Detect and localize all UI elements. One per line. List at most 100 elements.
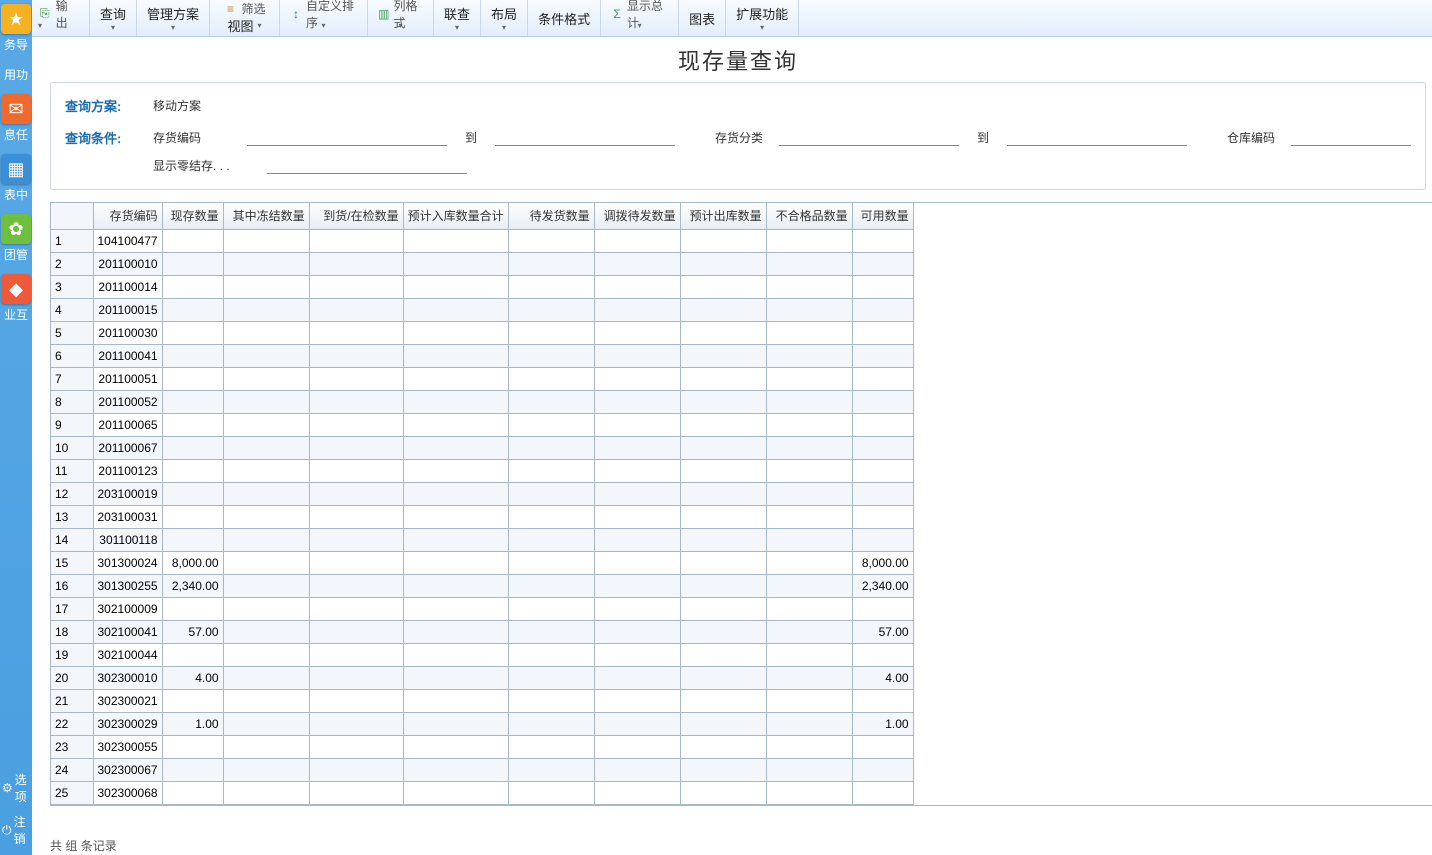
- cell[interactable]: [223, 482, 309, 505]
- cell[interactable]: [309, 666, 403, 689]
- cell[interactable]: [766, 781, 852, 804]
- cell[interactable]: [223, 735, 309, 758]
- cell[interactable]: [309, 298, 403, 321]
- cell[interactable]: [223, 620, 309, 643]
- row-index[interactable]: 2: [51, 252, 93, 275]
- cell[interactable]: [403, 298, 508, 321]
- cell[interactable]: [766, 735, 852, 758]
- options-link[interactable]: ⚙选项: [0, 767, 32, 809]
- cell[interactable]: [766, 643, 852, 666]
- stock-class-input[interactable]: [779, 128, 959, 146]
- sidebar-item-3[interactable]: ▦表中: [0, 154, 32, 202]
- cell[interactable]: [766, 574, 852, 597]
- cell[interactable]: [403, 321, 508, 344]
- cell[interactable]: [403, 229, 508, 252]
- cell[interactable]: [594, 252, 680, 275]
- cell[interactable]: [403, 275, 508, 298]
- cell[interactable]: [223, 781, 309, 804]
- cell[interactable]: [309, 344, 403, 367]
- cell[interactable]: [508, 436, 594, 459]
- row-index[interactable]: 3: [51, 275, 93, 298]
- table-row[interactable]: 163013002552,340.002,340.00: [51, 574, 913, 597]
- cell[interactable]: [680, 482, 766, 505]
- cell[interactable]: [852, 528, 913, 551]
- cell[interactable]: [309, 275, 403, 298]
- cell[interactable]: [162, 275, 223, 298]
- cell[interactable]: [508, 735, 594, 758]
- col-header[interactable]: 预计入库数量合计: [403, 203, 508, 229]
- cell[interactable]: [162, 229, 223, 252]
- cell-code[interactable]: 302100009: [93, 597, 162, 620]
- row-index[interactable]: 25: [51, 781, 93, 804]
- cell[interactable]: [162, 367, 223, 390]
- cell[interactable]: [309, 781, 403, 804]
- cell[interactable]: [680, 321, 766, 344]
- cell[interactable]: [223, 390, 309, 413]
- cell[interactable]: [309, 321, 403, 344]
- row-index[interactable]: 5: [51, 321, 93, 344]
- cell[interactable]: [766, 482, 852, 505]
- cell[interactable]: [766, 758, 852, 781]
- cell[interactable]: [852, 390, 913, 413]
- cell[interactable]: [766, 298, 852, 321]
- row-index[interactable]: 17: [51, 597, 93, 620]
- cell-code[interactable]: 203100031: [93, 505, 162, 528]
- cell[interactable]: [309, 413, 403, 436]
- table-row[interactable]: 153013000248,000.008,000.00: [51, 551, 913, 574]
- cell[interactable]: [766, 505, 852, 528]
- cell[interactable]: [594, 643, 680, 666]
- cell[interactable]: [766, 252, 852, 275]
- cell[interactable]: [766, 551, 852, 574]
- cell[interactable]: [680, 689, 766, 712]
- cell[interactable]: [594, 735, 680, 758]
- row-index[interactable]: 16: [51, 574, 93, 597]
- row-index[interactable]: 23: [51, 735, 93, 758]
- cell-code[interactable]: 201100015: [93, 298, 162, 321]
- cell[interactable]: 1.00: [852, 712, 913, 735]
- cell[interactable]: [680, 781, 766, 804]
- cell[interactable]: [766, 321, 852, 344]
- cell[interactable]: [680, 344, 766, 367]
- cell-code[interactable]: 203100019: [93, 482, 162, 505]
- cell[interactable]: [309, 482, 403, 505]
- cell-code[interactable]: 201100010: [93, 252, 162, 275]
- sidebar-item-1[interactable]: 用功: [0, 64, 32, 82]
- cell[interactable]: [223, 436, 309, 459]
- cell[interactable]: [162, 505, 223, 528]
- cell[interactable]: [508, 528, 594, 551]
- cell[interactable]: [162, 758, 223, 781]
- cell[interactable]: [223, 712, 309, 735]
- table-row[interactable]: 1830210004157.0057.00: [51, 620, 913, 643]
- cell[interactable]: [766, 666, 852, 689]
- cell[interactable]: [162, 482, 223, 505]
- cell[interactable]: [162, 781, 223, 804]
- cell[interactable]: [852, 781, 913, 804]
- cell[interactable]: [680, 597, 766, 620]
- cell-code[interactable]: 201100014: [93, 275, 162, 298]
- cell[interactable]: [852, 758, 913, 781]
- export-button[interactable]: ⎘输出 ▾: [32, 0, 90, 36]
- row-index[interactable]: 18: [51, 620, 93, 643]
- cell[interactable]: [508, 781, 594, 804]
- cell[interactable]: [162, 298, 223, 321]
- cell[interactable]: [594, 436, 680, 459]
- table-row[interactable]: 19302100044: [51, 643, 913, 666]
- cell[interactable]: [680, 252, 766, 275]
- cell[interactable]: [508, 597, 594, 620]
- cell[interactable]: [594, 620, 680, 643]
- cell[interactable]: 1.00: [162, 712, 223, 735]
- cell[interactable]: [309, 689, 403, 712]
- row-index[interactable]: 7: [51, 367, 93, 390]
- col-header[interactable]: 到货/在检数量: [309, 203, 403, 229]
- cell[interactable]: [680, 666, 766, 689]
- warehouse-input[interactable]: [1291, 128, 1411, 146]
- cell[interactable]: [508, 252, 594, 275]
- cell[interactable]: [680, 758, 766, 781]
- table-row[interactable]: 14301100118: [51, 528, 913, 551]
- cell-code[interactable]: 301300024: [93, 551, 162, 574]
- cell[interactable]: [508, 367, 594, 390]
- cell-code[interactable]: 301300255: [93, 574, 162, 597]
- cell[interactable]: [594, 390, 680, 413]
- cell[interactable]: [680, 735, 766, 758]
- cell[interactable]: 57.00: [162, 620, 223, 643]
